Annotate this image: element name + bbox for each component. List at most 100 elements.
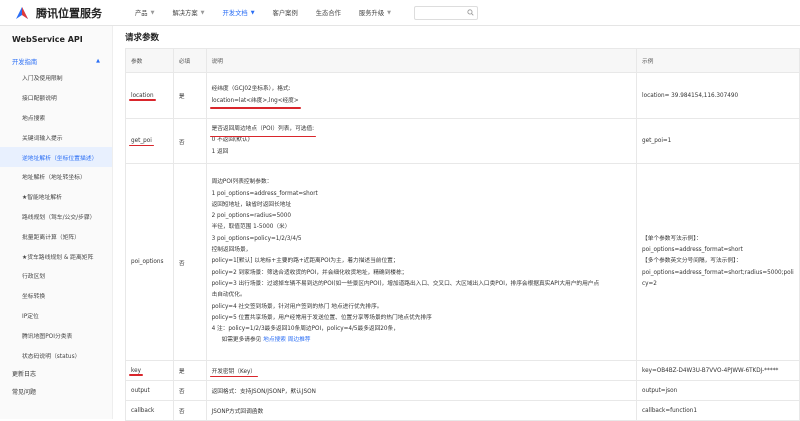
sidebar-title: WebService API <box>12 35 83 44</box>
desc-line: 2 poi_options=radius=5000 <box>211 213 292 220</box>
sidebar-item[interactable]: 关键词输入提示 <box>0 127 112 147</box>
desc-line: 4 注：policy=1/2/3最多返回10条周边POI，policy=4/5最… <box>211 326 399 333</box>
desc-line: 控制返回场景， <box>211 247 252 254</box>
sidebar-root-item[interactable]: 更新日志 <box>0 365 112 383</box>
sidebar-item[interactable]: ★智能地址解析 <box>0 187 112 207</box>
required-cell: 是 <box>172 360 207 381</box>
example-line: cy=2 <box>642 280 657 287</box>
param-cell: callback <box>125 400 174 421</box>
sidebar-item[interactable]: 坐标转换 <box>0 286 112 306</box>
example-cell: location= 39.984154,116.307490 <box>636 72 800 119</box>
sidebar: WebService API 开发指南 ▲ 入门及使用限制 接口配额说明 地点搜索关… <box>0 26 113 419</box>
param-name: location <box>129 92 156 101</box>
top-navigation-bar: 腾讯位置服务 产品 ▼ 解决方案 ▼ 开发文档 ▼ 客户案例 生态合作 服务升级… <box>0 0 800 26</box>
sidebar-item[interactable]: 行政区划 <box>0 266 112 286</box>
nav-cases[interactable]: 客户案例 <box>264 0 307 26</box>
nav-label: 产品 <box>135 10 148 17</box>
description-cell: 返回格式：支持JSON/JSONP，默认JSON <box>205 380 638 401</box>
col-header-param: 参数 <box>125 48 174 73</box>
sidebar-item[interactable]: 地点搜索 <box>0 108 112 128</box>
desc-line: policy=4 社交签到场景，针对用户签到的热门 地点进行优先排序。 <box>211 303 383 310</box>
required-cell: 否 <box>172 400 207 421</box>
example-line: poi_options=address_format=short;radius=… <box>642 269 794 276</box>
sidebar-item[interactable]: IP定位 <box>0 306 112 326</box>
sidebar-item[interactable]: 接口配额说明 <box>0 88 112 108</box>
description-cell: JSONP方式回调函数 <box>205 400 638 421</box>
col-header-description: 说明 <box>205 48 638 73</box>
required-cell: 是 <box>172 72 207 119</box>
example-cell: get_poi=1 <box>636 118 800 164</box>
table-row: key 是 开发密钥（Key） key=OB4BZ-D4W3U-B7VVO-4P… <box>125 360 800 381</box>
desc-line: 返回短地址，缺省时返回长地址 <box>211 201 292 208</box>
main-nav: 产品 ▼ 解决方案 ▼ 开发文档 ▼ 客户案例 生态合作 服务升级 ▼ <box>126 0 478 26</box>
sidebar-root-list: 更新日志 常见问题 <box>0 365 112 401</box>
example-line: 【单个参数写法示例】： <box>642 235 702 242</box>
nav-label: 客户案例 <box>272 10 298 17</box>
logo[interactable]: 腾讯位置服务 <box>14 5 122 21</box>
desc-line: 半径，取值范围 1-5000（米） <box>211 224 291 231</box>
sidebar-item[interactable]: 状态码说明（status） <box>0 345 112 365</box>
nav-docs[interactable]: 开发文档 ▼ <box>214 0 264 26</box>
desc-line: policy=1[默认] 以地标+主要的路+近距离POI为主，着力描述当前位置； <box>211 258 399 265</box>
chevron-down-icon: ▼ <box>200 9 205 16</box>
chevron-down-icon: ▼ <box>250 9 255 16</box>
section-title: 请求参数 <box>125 33 160 43</box>
params-table: 参数 必填 说明 示例 location 是 经纬度（GCJ02坐标系），格式:… <box>125 48 800 421</box>
desc-line: 击自动优化。 <box>211 292 246 299</box>
sidebar-item[interactable]: 入门及使用限制 <box>0 68 112 88</box>
main-content: 请求参数 参数 必填 说明 示例 location 是 经纬度（GCJ02坐标系… <box>113 26 800 421</box>
search-icon <box>467 9 474 16</box>
example-cell: 【单个参数写法示例】： poi_options=address_format=sh… <box>636 163 800 361</box>
table-row: callback 否 JSONP方式回调函数 callback=function… <box>125 400 800 421</box>
sidebar-item[interactable]: 地址解析（地址转坐标） <box>0 167 112 187</box>
table-header-row: 参数 必填 说明 示例 <box>125 48 800 73</box>
nav-label: 服务升级 <box>358 10 385 17</box>
param-cell: key <box>125 360 174 381</box>
nav-ecosystem[interactable]: 生态合作 <box>307 0 350 26</box>
desc-line: policy=2 到家场景：筛选合适收货的POI，并会细化收货地址，精确到楼栋； <box>211 269 408 276</box>
sidebar-item-list: 入门及使用限制 接口配额说明 地点搜索 关键词输入提示 逆地址解析（坐标位置描述） 地址解… <box>0 68 112 365</box>
sidebar-item[interactable]: 腾讯地图POI分类表 <box>0 325 112 345</box>
example-line: poi_options=address_format=short <box>642 247 743 254</box>
chevron-down-icon: ▼ <box>150 9 155 16</box>
desc-line: 经纬度（GCJ02坐标系），格式: <box>212 84 636 95</box>
desc-line: 周边POI列表控制参数： <box>211 179 273 186</box>
sidebar-root-item[interactable]: 常见问题 <box>0 383 112 401</box>
description-cell: 周边POI列表控制参数： 1 poi_options=address_format… <box>205 163 638 361</box>
desc-line: 0 不返回(默认) <box>211 137 250 144</box>
logo-text: 腾讯位置服务 <box>36 6 102 20</box>
desc-text: location=lat<纬度>,lng<经度> <box>209 96 301 110</box>
param-name: key <box>129 367 143 376</box>
nav-upgrade[interactable]: 服务升级 ▼ <box>350 0 400 26</box>
example-line: 【多个参数英文分号间隔，写法示例】： <box>642 258 742 265</box>
desc-text: 经纬度（GCJ02坐标系），格式: <box>211 86 291 93</box>
sidebar-item[interactable]: 逆地址解析（坐标位置描述） <box>0 147 112 167</box>
param-cell: output <box>125 380 174 401</box>
example-cell: key=OB4BZ-D4W3U-B7VVO-4PJWW-6TKDJ-***** <box>636 360 800 381</box>
sidebar-group-dev-guide[interactable]: 开发指南 ▲ <box>0 54 112 68</box>
description-cell: 是否返回周边地点（POI）列表，可选值: 0 不返回(默认) 1 返回 <box>205 118 638 164</box>
description-cell: 经纬度（GCJ02坐标系），格式: location=lat<纬度>,lng<经… <box>205 72 638 119</box>
desc-line: location=lat<纬度>,lng<经度> <box>209 96 636 110</box>
example-cell: output=json <box>636 380 800 401</box>
sidebar-item[interactable]: 路线规划（驾车/公交/步骤） <box>0 207 112 227</box>
link-place-search[interactable]: 地点搜索 <box>261 337 286 343</box>
sidebar-group-label: 开发指南 <box>12 58 38 66</box>
param-name: get_poi <box>129 138 154 146</box>
param-cell: location <box>125 72 174 119</box>
nav-products[interactable]: 产品 ▼ <box>126 0 163 26</box>
desc-line: 如需更多请参见 地点搜索 周边推荐 <box>221 337 311 344</box>
tencent-map-logo-icon <box>16 6 28 19</box>
nav-label: 生态合作 <box>315 10 341 17</box>
search-input[interactable] <box>413 5 478 20</box>
desc-line: policy=5 位置共享场景，用户经常用于发送位置、位置分享等场景的热门地点优… <box>211 314 432 321</box>
col-header-required: 必填 <box>172 48 207 73</box>
param-cell: poi_options <box>125 163 174 361</box>
nav-solutions[interactable]: 解决方案 ▼ <box>163 0 213 26</box>
required-cell: 否 <box>172 380 207 401</box>
sidebar-item[interactable]: 批量距离计算（矩阵） <box>0 226 112 246</box>
link-nearby-recommend[interactable]: 周边推荐 <box>286 337 311 343</box>
example-cell: callback=function1 <box>636 400 800 421</box>
sidebar-item[interactable]: ★货车路线规划 & 距离矩阵 <box>0 246 112 266</box>
param-name: poi_options <box>131 259 164 265</box>
